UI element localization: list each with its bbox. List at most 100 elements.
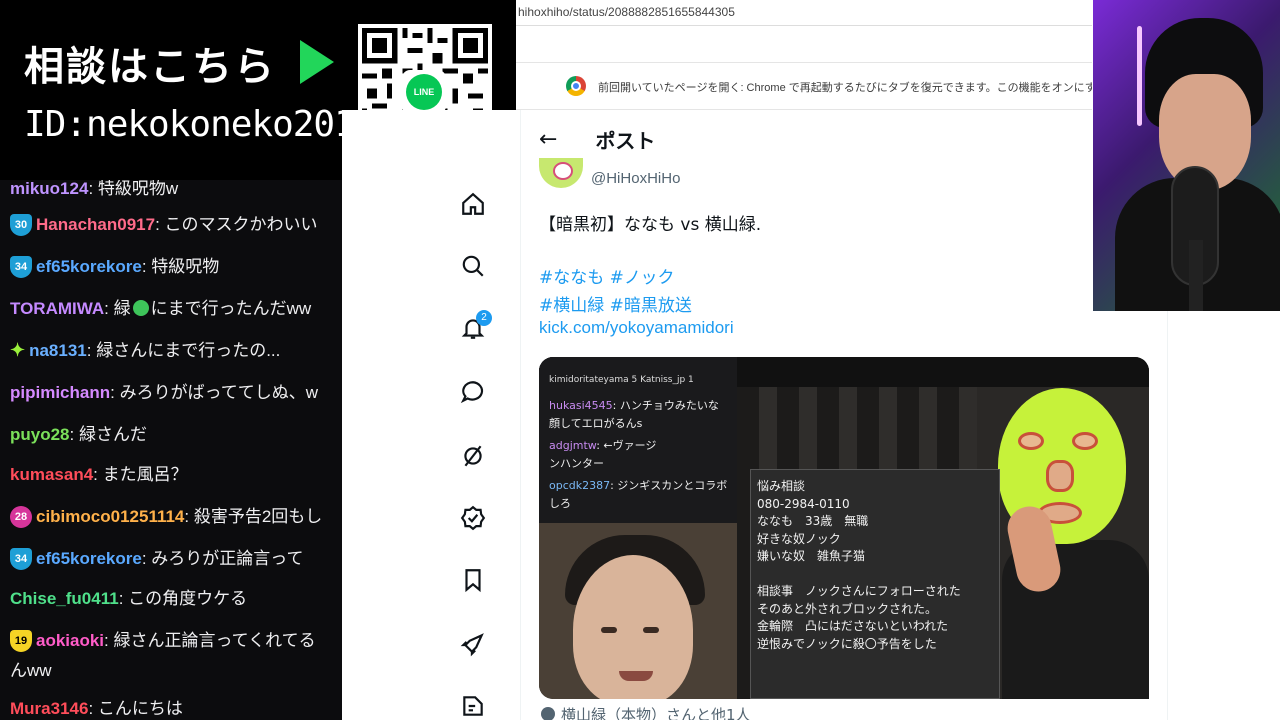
info-panel-line: 逆恨みでノックに殺〇予告をした bbox=[757, 636, 937, 651]
address-bar[interactable]: hihoxhiho/status/2088882851655844305 bbox=[516, 0, 1092, 26]
chat-message: mikuo124: 特級呪物w bbox=[10, 180, 178, 199]
info-panel-line: 金輪際 凸にはださないといわれた bbox=[757, 619, 949, 633]
post-text: 【暗黒初】ななも vs 横山緑. bbox=[539, 215, 762, 235]
chat-message: puyo28: 緑さんだ bbox=[10, 420, 147, 445]
chat-username[interactable]: ef65korekore bbox=[36, 549, 142, 568]
chat-username[interactable]: pipimichann bbox=[10, 383, 110, 402]
bookmarks-icon[interactable] bbox=[448, 560, 498, 600]
video-chat-line: 顔してエロがるんs bbox=[549, 415, 642, 431]
chat-message: 34 ef65korekore: みろりが正論言って bbox=[10, 544, 303, 570]
chat-text: : みろりがばっててしぬ、w bbox=[110, 383, 318, 402]
video-chat-text: しろ bbox=[549, 497, 571, 510]
video-chat-overlay: kimidoritateyama 5 Katniss_jp 1 hukasi45… bbox=[539, 357, 737, 523]
post-page-title: ポスト bbox=[595, 130, 656, 153]
toolbar-area bbox=[516, 26, 1092, 62]
video-chat-line: hukasi4545: ハンチョウみたいな bbox=[549, 397, 719, 413]
chat-message: 19 aokiaoki: 緑さん正論言ってくれてる bbox=[10, 626, 316, 652]
line-id-label: ID:nekokoneko2018 bbox=[24, 104, 376, 145]
hashtag-line-2[interactable]: #横山緑 #暗黒放送 bbox=[539, 292, 692, 320]
mask-nose bbox=[1046, 460, 1074, 492]
info-panel-line: 080-2984-0110 bbox=[757, 496, 850, 511]
chat-text: : 緑 bbox=[104, 299, 131, 318]
guest-mouth bbox=[619, 671, 653, 681]
chat-text: : 緑さんにまで行ったの... bbox=[86, 341, 281, 360]
video-chat-topline: kimidoritateyama 5 Katniss_jp 1 bbox=[549, 375, 694, 385]
chat-message: Chise_fu0411: この角度ウケる bbox=[10, 584, 247, 609]
chat-text: : また風呂？ bbox=[93, 465, 188, 484]
author-handle[interactable]: @HiHoxHiHo bbox=[591, 170, 680, 187]
liked-by-text: 横山緑（本物）さんと他1人 bbox=[561, 706, 751, 720]
mask-eye bbox=[1072, 432, 1098, 450]
subscriber-badge: 30 bbox=[10, 214, 32, 236]
info-panel-line: そのあと外されブロックされた。 bbox=[757, 601, 938, 616]
chat-username[interactable]: Hanachan0917 bbox=[36, 215, 155, 234]
chat-username[interactable]: kumasan4 bbox=[10, 465, 93, 484]
mask-eye bbox=[1018, 432, 1044, 450]
subscriber-badge: 34 bbox=[10, 548, 32, 570]
post-header: ← ポスト bbox=[539, 124, 655, 154]
guest-eye bbox=[601, 627, 617, 633]
chat-text: : 特級呪物w bbox=[88, 180, 179, 198]
streamer-webcam bbox=[1093, 0, 1280, 311]
video-chat-username: opcdk2387 bbox=[549, 479, 611, 492]
chat-text: : みろりが正論言って bbox=[141, 549, 304, 568]
video-chat-line: しろ bbox=[549, 495, 571, 511]
chat-text: : 緑さんだ bbox=[69, 425, 147, 444]
chat-username[interactable]: mikuo124 bbox=[10, 180, 88, 198]
video-chat-text: : ←ヴァージ bbox=[596, 439, 657, 452]
hashtag-line-1[interactable]: #ななも #ノック bbox=[539, 264, 692, 292]
person-icon bbox=[541, 707, 555, 720]
chat-username[interactable]: TORAMIWA bbox=[10, 299, 104, 318]
video-guest-cam bbox=[539, 523, 737, 699]
video-chat-text: ンハンター bbox=[549, 457, 604, 470]
search-icon[interactable] bbox=[448, 246, 498, 286]
video-chat-text: : ハンチョウみたいな bbox=[612, 399, 719, 412]
chat-text: : こんにちは bbox=[88, 699, 183, 718]
sparkle-badge-icon: ✦ bbox=[10, 340, 26, 360]
info-panel-line bbox=[757, 566, 993, 584]
chat-message: 34 ef65korekore: 特級呪物 bbox=[10, 252, 219, 278]
grok-icon[interactable] bbox=[448, 436, 498, 476]
messages-icon[interactable] bbox=[448, 372, 498, 412]
restore-tabs-infobar: 前回開いていたページを開く: Chrome で再起動するたびにタブを復元できます… bbox=[516, 62, 1092, 110]
line-logo-icon: LINE bbox=[402, 70, 446, 114]
stream-screen: 相談はこちら ID:nekokoneko2018 LINE mikuo124: … bbox=[0, 0, 1280, 720]
info-panel-line: 相談事 ノックさんにフォローされた bbox=[757, 584, 961, 598]
chat-text: : 殺害予告2回もし bbox=[184, 507, 323, 526]
chat-username[interactable]: aokiaoki bbox=[36, 631, 104, 650]
info-panel-line: 嫌いな奴 雑魚子猫 bbox=[757, 549, 866, 563]
rocket-icon[interactable] bbox=[448, 624, 498, 664]
chat-username[interactable]: cibimoco01251114 bbox=[36, 507, 184, 526]
chat-username[interactable]: Mura3146 bbox=[10, 699, 88, 718]
author-avatar[interactable] bbox=[539, 158, 583, 188]
liked-by-row[interactable]: 横山緑（本物）さんと他1人 bbox=[541, 704, 751, 720]
chat-message: Mura3146: こんにちは bbox=[10, 694, 183, 719]
chat-message: 30 Hanachan0917: このマスクかわいい bbox=[10, 210, 318, 236]
info-panel-line: 悩み相談 bbox=[757, 479, 806, 493]
green-circle-emote-icon bbox=[132, 300, 149, 316]
chat-username[interactable]: Chise_fu0411 bbox=[10, 589, 119, 608]
verified-icon[interactable] bbox=[448, 498, 498, 538]
video-chat-line: adgjmtw: ←ヴァージ bbox=[549, 437, 656, 453]
notifications-icon[interactable]: 2 bbox=[448, 308, 498, 348]
video-chat-username: adgjmtw bbox=[549, 439, 597, 452]
chat-text-continued: んww bbox=[10, 661, 52, 680]
mic-arm bbox=[1189, 240, 1203, 311]
chat-text: : この角度ウケる bbox=[118, 589, 248, 608]
compose-icon[interactable] bbox=[448, 686, 498, 720]
post-link[interactable]: kick.com/yokoyamamidori bbox=[539, 318, 734, 338]
chat-username[interactable]: na8131 bbox=[29, 341, 87, 360]
back-arrow-icon[interactable]: ← bbox=[539, 127, 557, 152]
chat-username[interactable]: ef65korekore bbox=[36, 257, 142, 276]
chat-message: ✦ na8131: 緑さんにまで行ったの... bbox=[10, 336, 280, 361]
chat-username[interactable]: puyo28 bbox=[10, 425, 70, 444]
home-icon[interactable] bbox=[448, 184, 498, 224]
stream-chat: mikuo124: 特級呪物w 30 Hanachan0917: このマスクかわいい… bbox=[0, 180, 342, 720]
chat-message: pipimichann: みろりがばっててしぬ、w bbox=[10, 378, 318, 403]
info-panel-line: 好きな奴ノック bbox=[757, 531, 841, 546]
chat-message: TORAMIWA: 緑にまで行ったんだww bbox=[10, 294, 311, 319]
video-chat-line: ンハンター bbox=[549, 455, 604, 471]
post-hashtags: #ななも #ノック #横山緑 #暗黒放送 bbox=[539, 264, 692, 320]
banner-title: 相談はこちら bbox=[24, 44, 276, 90]
video-chat-text: : ジンギスカンとコラボ bbox=[610, 479, 728, 492]
